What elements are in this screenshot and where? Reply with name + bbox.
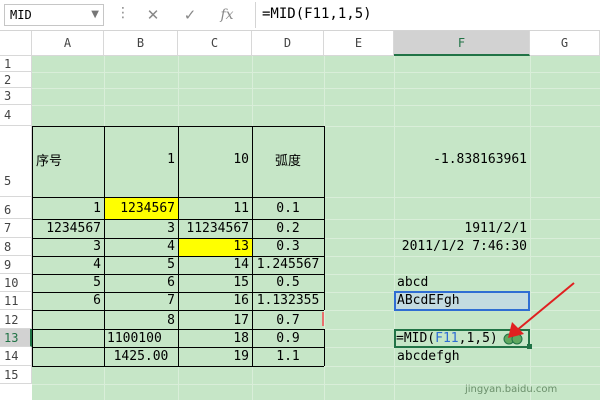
- annotation-arrow-icon: [508, 282, 575, 338]
- watermark: jingyan.baidu.com: [465, 384, 558, 395]
